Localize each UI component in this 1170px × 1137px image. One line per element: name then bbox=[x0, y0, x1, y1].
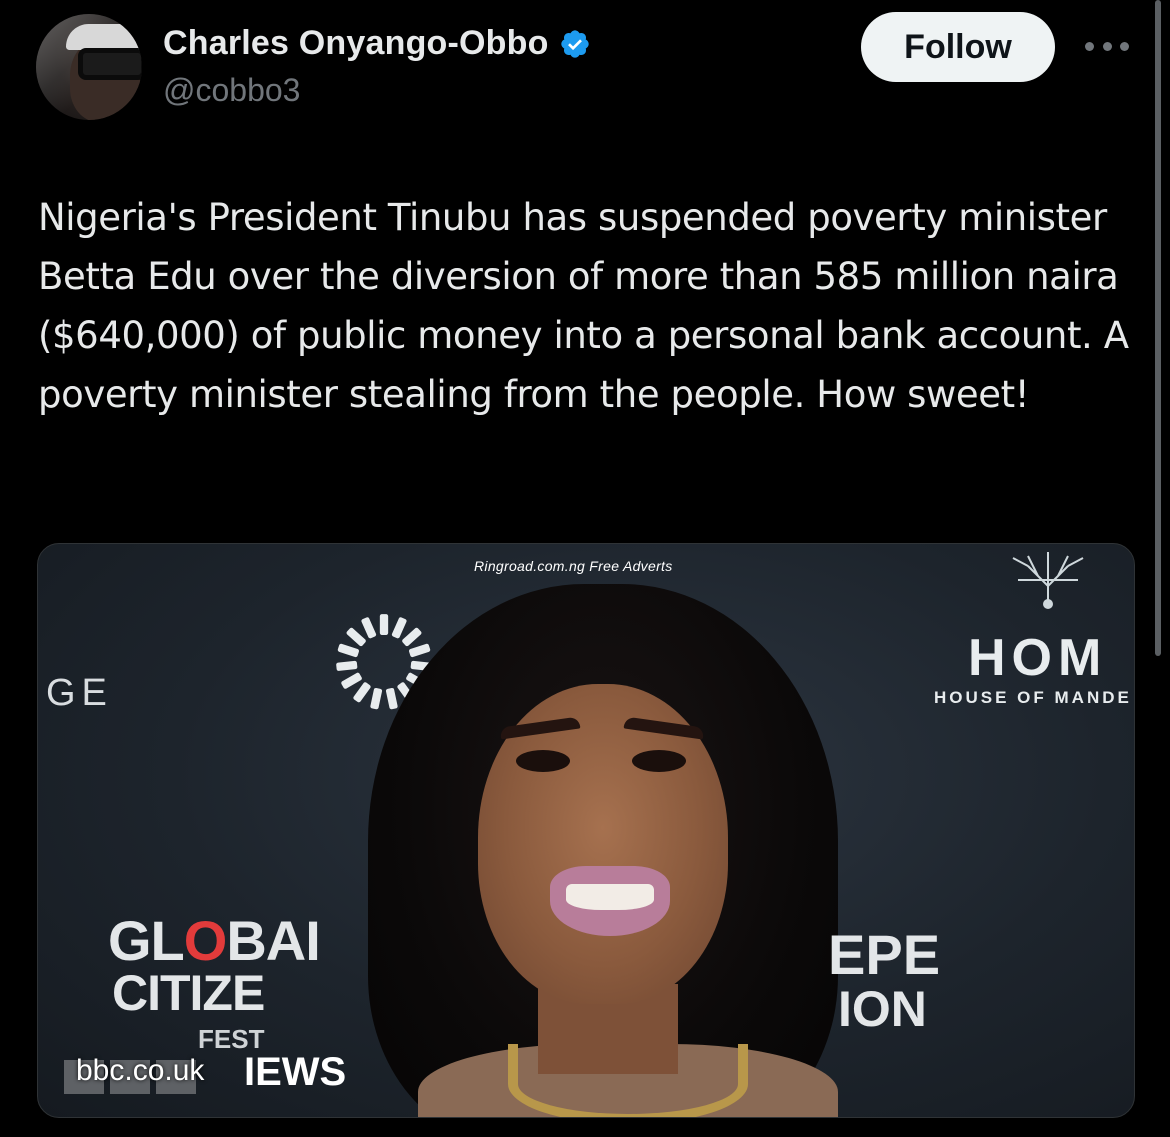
author-name-row: Charles Onyango-Obbo bbox=[163, 24, 591, 63]
author-avatar[interactable] bbox=[36, 14, 142, 120]
festival-text-line1: GLOBAI bbox=[108, 909, 321, 972]
sponsor-name-text: HOUSE OF MANDE bbox=[934, 688, 1132, 707]
more-options-icon[interactable] bbox=[1085, 38, 1129, 54]
backdrop-text-right-2: ION bbox=[838, 981, 927, 1037]
link-domain-badge[interactable]: bbc.co.uk bbox=[76, 1054, 204, 1088]
person-teeth bbox=[566, 884, 654, 910]
backdrop-text-left: GE bbox=[46, 672, 113, 714]
person-eye-right bbox=[632, 750, 686, 772]
tweet-card: Charles Onyango-Obbo @cobbo3 Follow Nige… bbox=[0, 0, 1170, 1137]
follow-button[interactable]: Follow bbox=[861, 12, 1055, 82]
scrollbar[interactable] bbox=[1155, 0, 1161, 656]
author-handle[interactable]: @cobbo3 bbox=[163, 72, 300, 109]
author-display-name[interactable]: Charles Onyango-Obbo bbox=[163, 24, 549, 63]
verified-badge-icon bbox=[560, 29, 589, 58]
person-eye-left bbox=[516, 750, 570, 772]
festival-text-line2: CITIZE bbox=[112, 965, 265, 1021]
tweet-text: Nigeria's President Tinubu has suspended… bbox=[38, 196, 1129, 416]
tree-logo-icon bbox=[1012, 552, 1084, 609]
backdrop-text-right-1: EPE bbox=[828, 923, 941, 986]
person-necklace bbox=[508, 1044, 748, 1117]
sponsor-logo-text: HOM bbox=[968, 629, 1108, 687]
image-watermark: Ringroad.com.ng Free Adverts bbox=[474, 558, 673, 574]
news-badge-text: IEWS bbox=[244, 1050, 347, 1094]
tweet-media-image[interactable]: Ringroad.com.ng Free Adverts GE HOM HOUS… bbox=[37, 543, 1135, 1118]
